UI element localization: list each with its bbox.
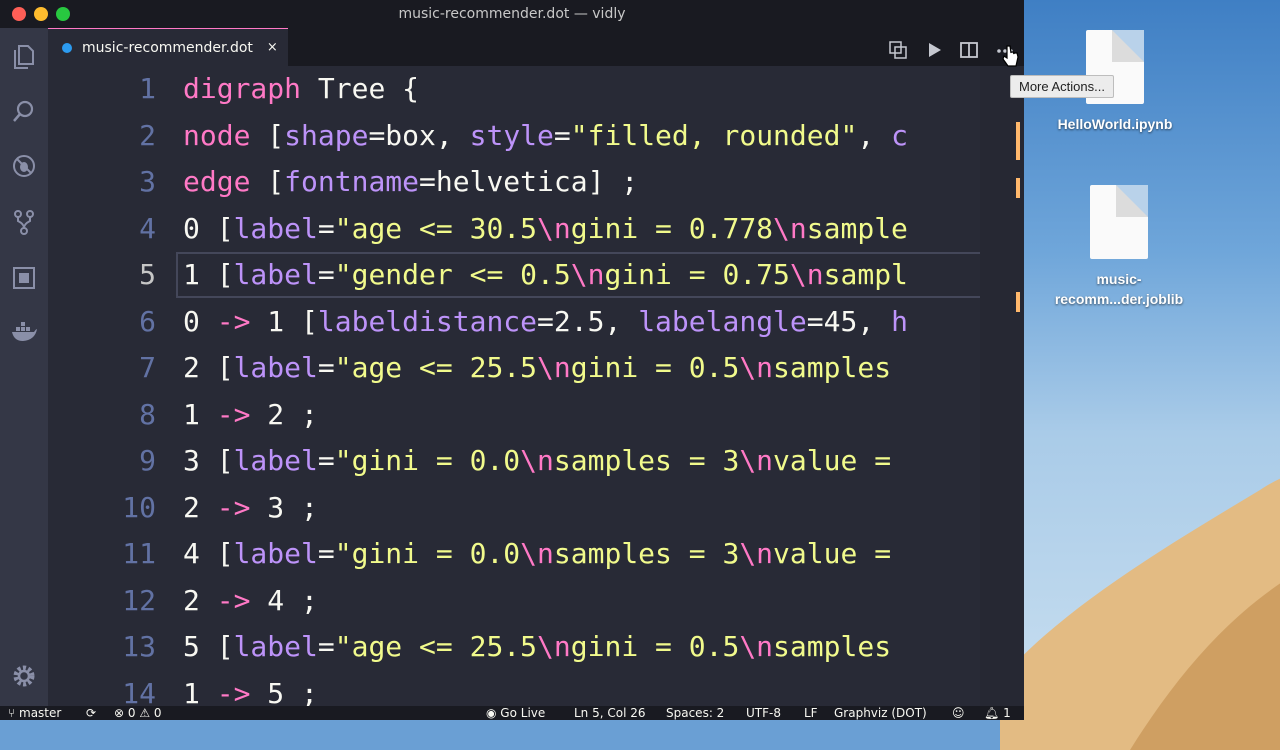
code-line[interactable]: 1 digraph Tree {	[48, 66, 980, 112]
go-live-button[interactable]: ◉ Go Live	[486, 706, 545, 720]
code-line[interactable]: 11 4 [label="gini = 0.0\nsamples = 3\nval…	[48, 531, 980, 577]
mouse-cursor-icon	[1002, 45, 1019, 67]
open-changes-icon[interactable]	[887, 39, 909, 61]
debug-icon[interactable]	[10, 152, 38, 180]
source-control-icon[interactable]	[10, 208, 38, 236]
code-text[interactable]: 4 [label="gini = 0.0\nsamples = 3\nvalue…	[183, 531, 980, 577]
search-icon[interactable]	[10, 98, 38, 126]
code-text[interactable]: digraph Tree {	[183, 66, 980, 112]
extensions-icon[interactable]	[10, 264, 38, 292]
vscode-window: music-recommender.dot — vidly music-reco…	[0, 0, 1024, 720]
docker-icon[interactable]	[10, 318, 38, 346]
language-mode[interactable]: Graphviz (DOT)	[834, 706, 927, 720]
more-actions-tooltip: More Actions...	[1010, 75, 1114, 98]
line-number: 10	[122, 490, 156, 524]
line-number: 3	[139, 165, 156, 198]
code-text[interactable]: node [shape=box, style="filled, rounded"…	[183, 113, 980, 159]
code-text[interactable]: 2 -> 4 ;	[183, 578, 980, 624]
zoom-window-button[interactable]	[56, 7, 70, 21]
code-text[interactable]: 1 [label="gender <= 0.5\ngini = 0.75\nsa…	[183, 252, 980, 298]
close-window-button[interactable]	[12, 7, 26, 21]
line-number: 14	[122, 676, 156, 707]
notification-count: 1	[1003, 706, 1011, 720]
code-line[interactable]: 13 5 [label="age <= 25.5\ngini = 0.5\nsam…	[48, 624, 980, 670]
line-number: 8	[139, 397, 156, 431]
code-text[interactable]: 0 [label="age <= 30.5\ngini = 0.778\nsam…	[183, 206, 980, 252]
warning-count: 0	[153, 706, 162, 720]
explorer-icon[interactable]	[10, 42, 38, 70]
line-number: 9	[139, 444, 156, 477]
tab-title: music-recommender.dot	[82, 39, 253, 56]
code-text[interactable]: 1 -> 5 ;	[183, 671, 980, 707]
cursor-position[interactable]: Ln 5, Col 26	[574, 706, 646, 720]
code-text[interactable]: 2 -> 3 ;	[183, 485, 980, 531]
code-text[interactable]: 3 [label="gini = 0.0\nsamples = 3\nvalue…	[183, 438, 980, 484]
tab-music-recommender[interactable]: music-recommender.dot ×	[48, 28, 288, 66]
code-line[interactable]: 12 2 -> 4 ;	[48, 578, 980, 624]
sync-icon[interactable]: ⟳	[86, 706, 96, 720]
line-number: 11	[122, 537, 156, 570]
feedback-smiley-icon[interactable]: ☺	[952, 706, 965, 720]
notifications-bell[interactable]: 🔔︎ 1	[984, 706, 1011, 720]
code-line[interactable]: 10 2 -> 3 ;	[48, 485, 980, 531]
window-title: music-recommender.dot — vidly	[398, 6, 626, 22]
error-count: 0	[127, 706, 136, 720]
document-icon	[1090, 185, 1148, 259]
split-editor-icon[interactable]	[958, 39, 980, 61]
branch-status[interactable]: ⑂ master	[8, 706, 61, 720]
line-number: 6	[139, 304, 156, 338]
code-text[interactable]: 0 -> 1 [labeldistance=2.5, labelangle=45…	[183, 299, 980, 345]
tab-bar: music-recommender.dot ×	[48, 28, 1024, 66]
line-number: 12	[122, 583, 156, 617]
code-text[interactable]: 2 [label="age <= 25.5\ngini = 0.5\nsampl…	[183, 345, 980, 391]
minimap-marker	[1016, 178, 1020, 198]
encoding-status[interactable]: UTF-8	[746, 706, 781, 720]
code-editor[interactable]: 1 digraph Tree { 2 node [shape=box, style="…	[48, 66, 1024, 706]
go-live-label: Go Live	[500, 706, 546, 720]
code-text[interactable]: 5 [label="age <= 25.5\ngini = 0.5\nsampl…	[183, 624, 980, 670]
tab-close-icon[interactable]: ×	[267, 40, 278, 55]
code-line[interactable]: 6 0 -> 1 [labeldistance=2.5, labelangle=4…	[48, 299, 980, 345]
code-line[interactable]: 4 0 [label="age <= 30.5\ngini = 0.778\nsa…	[48, 206, 980, 252]
code-line[interactable]: 2 node [shape=box, style="filled, rounded…	[48, 113, 980, 159]
title-bar: music-recommender.dot — vidly	[0, 0, 1024, 28]
eol-status[interactable]: LF	[804, 706, 818, 720]
code-line[interactable]: 7 2 [label="age <= 25.5\ngini = 0.5\nsamp…	[48, 345, 980, 391]
desert-dune	[1000, 478, 1280, 750]
settings-gear-icon[interactable]	[10, 662, 38, 690]
desktop-file-joblib[interactable]: music- recomm...der.joblib	[1044, 185, 1194, 309]
desktop-file-label: music- recomm...der.joblib	[1054, 271, 1184, 307]
code-line[interactable]: 8 1 -> 2 ;	[48, 392, 980, 438]
activity-bar	[0, 28, 48, 706]
line-number: 2	[139, 118, 156, 152]
code-text[interactable]: 1 -> 2 ;	[183, 392, 980, 438]
line-number: 5	[139, 258, 156, 291]
line-number: 7	[139, 351, 156, 384]
code-line[interactable]: 9 3 [label="gini = 0.0\nsamples = 3\nvalu…	[48, 438, 980, 484]
line-number: 1	[139, 72, 156, 105]
dot-file-icon	[62, 42, 72, 53]
line-number: 13	[122, 630, 156, 663]
minimize-window-button[interactable]	[34, 7, 48, 21]
minimap-marker	[1016, 122, 1020, 160]
indentation-status[interactable]: Spaces: 2	[666, 706, 724, 720]
status-bar: ⑂ master ⟳ ⊗ 0 ⚠ 0 ◉ Go Live Ln 5, Col 2…	[0, 706, 1024, 720]
line-number: 4	[139, 211, 156, 245]
branch-name: master	[19, 706, 62, 720]
minimap[interactable]	[980, 66, 1024, 706]
run-icon[interactable]	[923, 39, 945, 61]
code-line[interactable]: 14 1 -> 5 ;	[48, 671, 980, 707]
code-line[interactable]: 3 edge [fontname=helvetica] ;	[48, 159, 980, 205]
problems-status[interactable]: ⊗ 0 ⚠ 0	[114, 706, 162, 720]
desktop-file-label: HelloWorld.ipynb	[1057, 116, 1173, 132]
code-text[interactable]: edge [fontname=helvetica] ;	[183, 159, 980, 205]
code-line[interactable]: 5 1 [label="gender <= 0.5\ngini = 0.75\ns…	[48, 252, 980, 298]
minimap-marker	[1016, 292, 1020, 312]
